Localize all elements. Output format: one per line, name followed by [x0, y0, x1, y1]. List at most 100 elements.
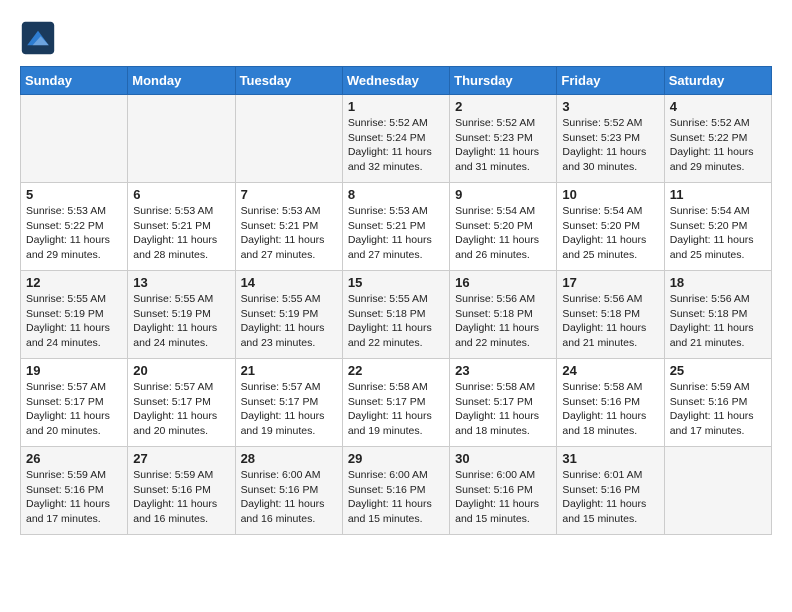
day-info: Sunrise: 6:00 AM Sunset: 5:16 PM Dayligh… [455, 468, 551, 527]
calendar-day-cell: 18Sunrise: 5:56 AM Sunset: 5:18 PM Dayli… [664, 271, 771, 359]
calendar-day-cell: 15 Sunrise: 5:55 AM Sunset: 5:18 PM Dayli… [342, 271, 449, 359]
day-number: 3 [562, 99, 658, 114]
day-number: 5 [26, 187, 122, 202]
calendar-day-cell: 2Sunrise: 5:52 AM Sunset: 5:23 PM Daylig… [450, 95, 557, 183]
day-info: Sunrise: 5:55 AM Sunset: 5:19 PM Dayligh… [133, 292, 229, 351]
page-header [20, 20, 772, 56]
day-info: Sunrise: 5:53 AM Sunset: 5:22 PM Dayligh… [26, 204, 122, 263]
day-info: Sunrise: 5:59 AM Sunset: 5:16 PM Dayligh… [26, 468, 122, 527]
day-number: 16 [455, 275, 551, 290]
calendar-header-row: SundayMondayTuesdayWednesdayThursdayFrid… [21, 67, 772, 95]
day-info: Sunrise: 5:57 AM Sunset: 5:17 PM Dayligh… [241, 380, 337, 439]
day-number: 31 [562, 451, 658, 466]
logo [20, 20, 60, 56]
calendar-day-cell: 17 Sunrise: 5:56 AM Sunset: 5:18 PM Dayli… [557, 271, 664, 359]
column-header-monday: Monday [128, 67, 235, 95]
day-info: Sunrise: 5:58 AM Sunset: 5:17 PM Dayligh… [455, 380, 551, 439]
day-info: Sunrise: 5:54 AM Sunset: 5:20 PM Dayligh… [455, 204, 551, 263]
day-info: Sunrise: 5:52 AM Sunset: 5:23 PM Dayligh… [562, 116, 658, 175]
day-number: 7 [241, 187, 337, 202]
calendar-day-cell: 7 Sunrise: 5:53 AM Sunset: 5:21 PM Daylig… [235, 183, 342, 271]
day-number: 12 [26, 275, 122, 290]
day-info: Sunrise: 5:56 AM Sunset: 5:18 PM Dayligh… [670, 292, 766, 351]
day-number: 28 [241, 451, 337, 466]
day-info: Sunrise: 5:59 AM Sunset: 5:16 PM Dayligh… [670, 380, 766, 439]
logo-icon [20, 20, 56, 56]
calendar-day-cell: 6 Sunrise: 5:53 AM Sunset: 5:21 PM Daylig… [128, 183, 235, 271]
day-info: Sunrise: 5:56 AM Sunset: 5:18 PM Dayligh… [455, 292, 551, 351]
day-info: Sunrise: 6:00 AM Sunset: 5:16 PM Dayligh… [241, 468, 337, 527]
day-number: 6 [133, 187, 229, 202]
day-number: 2 [455, 99, 551, 114]
calendar-week-row: 26 Sunrise: 5:59 AM Sunset: 5:16 PM Dayli… [21, 447, 772, 535]
day-info: Sunrise: 5:57 AM Sunset: 5:17 PM Dayligh… [26, 380, 122, 439]
day-info: Sunrise: 6:00 AM Sunset: 5:16 PM Dayligh… [348, 468, 444, 527]
calendar-day-cell: 16 Sunrise: 5:56 AM Sunset: 5:18 PM Dayli… [450, 271, 557, 359]
day-number: 27 [133, 451, 229, 466]
day-number: 21 [241, 363, 337, 378]
day-number: 13 [133, 275, 229, 290]
calendar-day-cell: 20 Sunrise: 5:57 AM Sunset: 5:17 PM Dayli… [128, 359, 235, 447]
day-number: 23 [455, 363, 551, 378]
day-number: 17 [562, 275, 658, 290]
day-number: 20 [133, 363, 229, 378]
day-number: 10 [562, 187, 658, 202]
calendar-week-row: 12 Sunrise: 5:55 AM Sunset: 5:19 PM Dayli… [21, 271, 772, 359]
day-number: 8 [348, 187, 444, 202]
calendar-day-cell: 27 Sunrise: 5:59 AM Sunset: 5:16 PM Dayli… [128, 447, 235, 535]
day-info: Sunrise: 5:55 AM Sunset: 5:19 PM Dayligh… [26, 292, 122, 351]
calendar-table: SundayMondayTuesdayWednesdayThursdayFrid… [20, 66, 772, 535]
day-info: Sunrise: 5:54 AM Sunset: 5:20 PM Dayligh… [670, 204, 766, 263]
calendar-day-cell: 5 Sunrise: 5:53 AM Sunset: 5:22 PM Daylig… [21, 183, 128, 271]
day-info: Sunrise: 5:53 AM Sunset: 5:21 PM Dayligh… [133, 204, 229, 263]
calendar-week-row: 19Sunrise: 5:57 AM Sunset: 5:17 PM Dayli… [21, 359, 772, 447]
calendar-day-cell: 24 Sunrise: 5:58 AM Sunset: 5:16 PM Dayli… [557, 359, 664, 447]
calendar-day-cell: 25 Sunrise: 5:59 AM Sunset: 5:16 PM Dayli… [664, 359, 771, 447]
calendar-day-cell [664, 447, 771, 535]
calendar-day-cell: 11 Sunrise: 5:54 AM Sunset: 5:20 PM Dayli… [664, 183, 771, 271]
day-info: Sunrise: 5:55 AM Sunset: 5:19 PM Dayligh… [241, 292, 337, 351]
day-info: Sunrise: 5:57 AM Sunset: 5:17 PM Dayligh… [133, 380, 229, 439]
column-header-tuesday: Tuesday [235, 67, 342, 95]
day-info: Sunrise: 5:52 AM Sunset: 5:24 PM Dayligh… [348, 116, 444, 175]
day-info: Sunrise: 5:58 AM Sunset: 5:16 PM Dayligh… [562, 380, 658, 439]
day-info: Sunrise: 5:53 AM Sunset: 5:21 PM Dayligh… [241, 204, 337, 263]
day-info: Sunrise: 5:58 AM Sunset: 5:17 PM Dayligh… [348, 380, 444, 439]
column-header-saturday: Saturday [664, 67, 771, 95]
day-info: Sunrise: 5:56 AM Sunset: 5:18 PM Dayligh… [562, 292, 658, 351]
calendar-day-cell: 22Sunrise: 5:58 AM Sunset: 5:17 PM Dayli… [342, 359, 449, 447]
day-info: Sunrise: 5:59 AM Sunset: 5:16 PM Dayligh… [133, 468, 229, 527]
calendar-day-cell: 3 Sunrise: 5:52 AM Sunset: 5:23 PM Daylig… [557, 95, 664, 183]
calendar-day-cell [128, 95, 235, 183]
day-number: 29 [348, 451, 444, 466]
calendar-day-cell: 19Sunrise: 5:57 AM Sunset: 5:17 PM Dayli… [21, 359, 128, 447]
day-info: Sunrise: 6:01 AM Sunset: 5:16 PM Dayligh… [562, 468, 658, 527]
column-header-wednesday: Wednesday [342, 67, 449, 95]
day-number: 1 [348, 99, 444, 114]
day-number: 25 [670, 363, 766, 378]
calendar-day-cell: 13 Sunrise: 5:55 AM Sunset: 5:19 PM Dayli… [128, 271, 235, 359]
day-number: 4 [670, 99, 766, 114]
day-number: 30 [455, 451, 551, 466]
day-info: Sunrise: 5:53 AM Sunset: 5:21 PM Dayligh… [348, 204, 444, 263]
calendar-day-cell: 4 Sunrise: 5:52 AM Sunset: 5:22 PM Daylig… [664, 95, 771, 183]
day-info: Sunrise: 5:52 AM Sunset: 5:22 PM Dayligh… [670, 116, 766, 175]
day-number: 11 [670, 187, 766, 202]
calendar-day-cell: 12 Sunrise: 5:55 AM Sunset: 5:19 PM Dayli… [21, 271, 128, 359]
calendar-day-cell: 28 Sunrise: 6:00 AM Sunset: 5:16 PM Dayli… [235, 447, 342, 535]
calendar-day-cell: 31 Sunrise: 6:01 AM Sunset: 5:16 PM Dayli… [557, 447, 664, 535]
calendar-week-row: 5 Sunrise: 5:53 AM Sunset: 5:22 PM Daylig… [21, 183, 772, 271]
day-number: 24 [562, 363, 658, 378]
day-info: Sunrise: 5:55 AM Sunset: 5:18 PM Dayligh… [348, 292, 444, 351]
day-number: 14 [241, 275, 337, 290]
calendar-day-cell: 23 Sunrise: 5:58 AM Sunset: 5:17 PM Dayli… [450, 359, 557, 447]
column-header-friday: Friday [557, 67, 664, 95]
calendar-day-cell: 14 Sunrise: 5:55 AM Sunset: 5:19 PM Dayli… [235, 271, 342, 359]
calendar-day-cell: 30 Sunrise: 6:00 AM Sunset: 5:16 PM Dayli… [450, 447, 557, 535]
day-number: 26 [26, 451, 122, 466]
calendar-day-cell [235, 95, 342, 183]
day-number: 15 [348, 275, 444, 290]
calendar-day-cell: 1 Sunrise: 5:52 AM Sunset: 5:24 PM Daylig… [342, 95, 449, 183]
column-header-sunday: Sunday [21, 67, 128, 95]
calendar-day-cell [21, 95, 128, 183]
